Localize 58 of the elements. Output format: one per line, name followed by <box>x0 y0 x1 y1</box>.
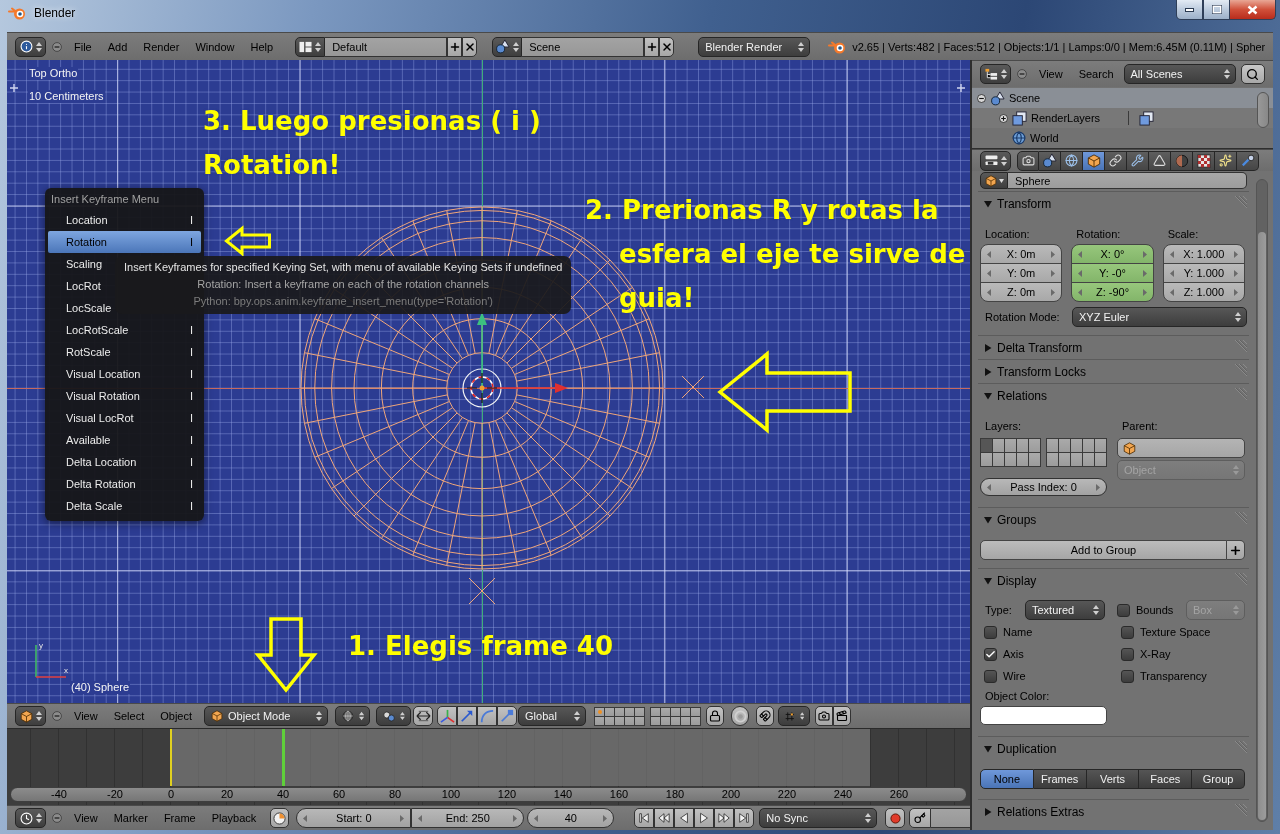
frame-number: 200 <box>721 788 741 801</box>
tooltip-text: Python: bpy.ops.anim.keyframe_insert_menu(type='Rotation') <box>193 294 493 309</box>
frame-number: 260 <box>889 788 909 801</box>
frame-number: 60 <box>332 788 346 801</box>
tooltip-text: Insert Keyframes for specified Keying Set, with menu of available Keying Sets if undefined <box>124 260 563 275</box>
shortcut-key: I <box>189 390 193 402</box>
shortcut-key: I <box>189 478 193 490</box>
frame-number: -40 <box>51 788 67 801</box>
field-label: Location: <box>984 227 1031 241</box>
annotation-text: 2. Prerionas R y rotas la <box>585 194 939 227</box>
axis-label: x <box>64 666 68 675</box>
window-title: Blender <box>34 6 76 20</box>
frame-number: 220 <box>777 788 797 801</box>
shortcut-key: I <box>189 368 193 380</box>
checkbox-label: Wire <box>1003 670 1026 682</box>
frame-number: 20 <box>220 788 234 801</box>
tooltip-text: Rotation: Insert a keyframe on each of the rotation channels <box>197 277 490 292</box>
scene-statistics: v2.65 | Verts:482 | Faces:512 | Objects:1/1 | Lamps:0/0 | Mem:6.45M (0.11M) | Spher <box>852 40 1266 53</box>
frame-number: -20 <box>107 788 123 801</box>
frame-number: 120 <box>497 788 517 801</box>
axis-label: y <box>39 641 43 650</box>
shortcut-key: I <box>189 500 193 512</box>
annotation-text: 1. Elegis frame 40 <box>348 630 613 663</box>
grid-scale: 10 Centimeters <box>28 90 105 103</box>
field-label: Layers: <box>984 419 1023 433</box>
checkbox-label: Axis <box>1003 648 1024 660</box>
annotation-text: 3. Luego presionas ( i ) <box>203 105 541 138</box>
frame-number: 100 <box>441 788 461 801</box>
field-label: Object Color: <box>984 689 1050 703</box>
shortcut-key: I <box>189 236 193 248</box>
frame-number: 0 <box>167 788 175 801</box>
field-label: Rotation: <box>1075 227 1122 241</box>
frame-number: 40 <box>276 788 290 801</box>
shortcut-key: I <box>189 214 193 226</box>
frame-number: 180 <box>665 788 685 801</box>
annotation-text: esfera el eje te sirve de <box>619 238 966 271</box>
field-label: Rotation Mode: <box>984 310 1061 324</box>
frame-number: 80 <box>388 788 402 801</box>
field-label: Parent: <box>1121 419 1159 433</box>
checkbox-label: X-Ray <box>1140 648 1171 660</box>
view-name: Top Ortho <box>28 67 79 80</box>
field-label: Type: <box>984 603 1013 617</box>
checkbox-label: Texture Space <box>1140 626 1211 638</box>
shortcut-key: I <box>189 412 193 424</box>
frame-number: 140 <box>553 788 573 801</box>
annotation-text: Rotation! <box>203 149 341 182</box>
shortcut-key: I <box>189 346 193 358</box>
field-label: Scale: <box>1166 227 1200 241</box>
menu-title: Insert Keyframe Menu <box>50 192 161 207</box>
shortcut-key: I <box>189 456 193 468</box>
checkbox-label: Bounds <box>1136 604 1174 616</box>
checkbox-label: Transparency <box>1140 670 1207 682</box>
checkbox-label: Name <box>1003 626 1033 638</box>
frame-number: 160 <box>609 788 629 801</box>
object-info: (40) Sphere <box>70 681 131 694</box>
shortcut-key: I <box>189 324 193 336</box>
frame-number: 240 <box>833 788 853 801</box>
shortcut-key: I <box>189 434 193 446</box>
